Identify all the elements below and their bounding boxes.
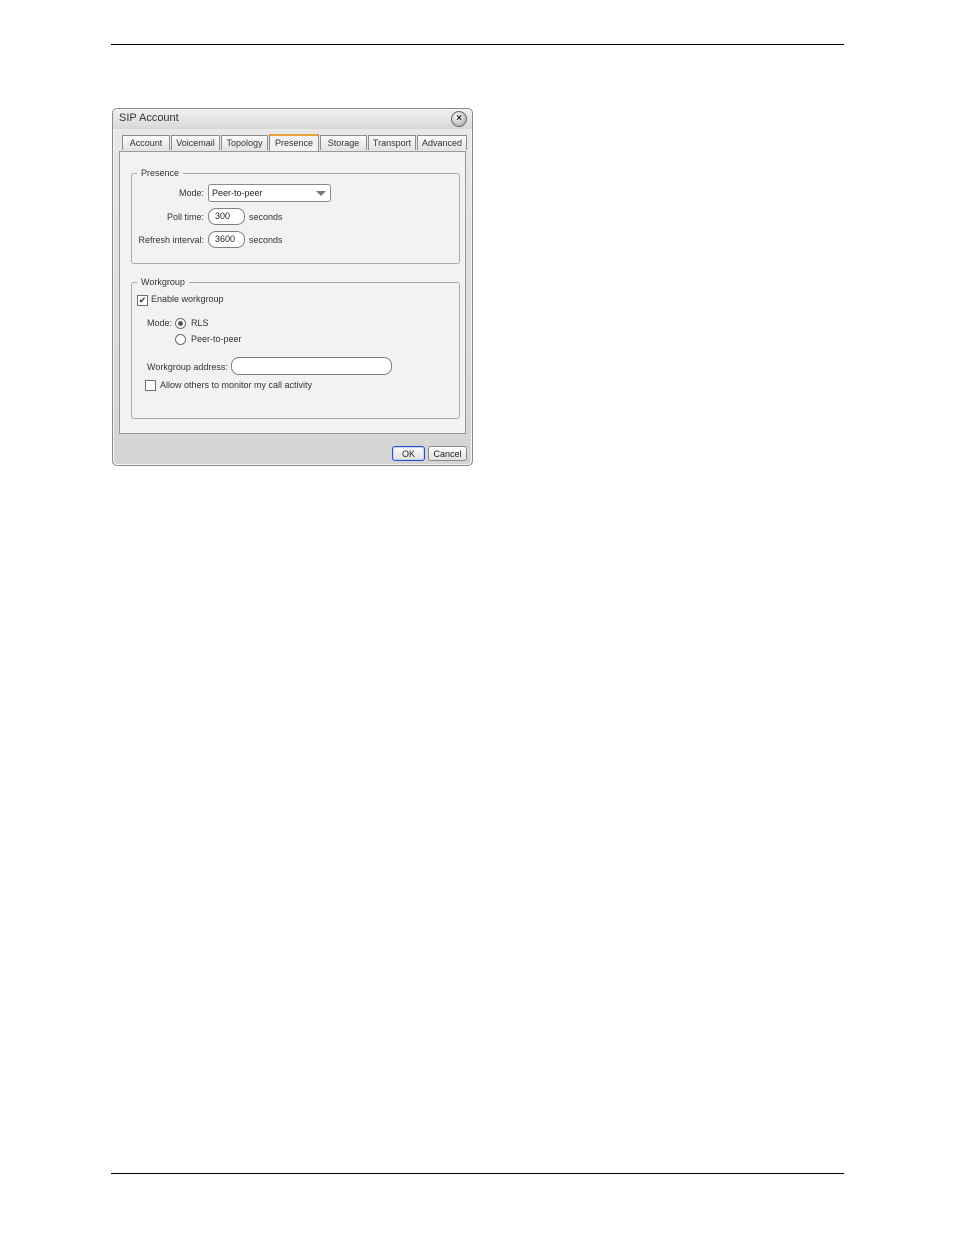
mode-p2p-radio[interactable] bbox=[175, 334, 186, 345]
presence-legend: Presence bbox=[141, 168, 180, 178]
tab-account[interactable]: Account bbox=[122, 135, 170, 150]
presence-mode-value: Peer-to-peer bbox=[212, 188, 263, 198]
workgroup-address-label: Workgroup address: bbox=[147, 362, 228, 372]
workgroup-legend: Workgroup bbox=[141, 277, 185, 287]
presence-tab-panel: Presence Mode: Peer-to-peer Poll time: 3… bbox=[119, 151, 466, 434]
mode-rls-radio[interactable] bbox=[175, 318, 186, 329]
refresh-interval-label: Refresh interval: bbox=[138, 235, 204, 245]
poll-time-field[interactable]: 300 bbox=[208, 208, 245, 225]
header-rule bbox=[111, 44, 844, 45]
allow-monitor-checkbox[interactable] bbox=[145, 380, 156, 391]
tab-transport[interactable]: Transport bbox=[368, 135, 416, 150]
checkmark-icon: ✔ bbox=[138, 295, 147, 305]
tab-advanced[interactable]: Advanced bbox=[417, 135, 467, 150]
tab-voicemail[interactable]: Voicemail bbox=[171, 135, 220, 150]
workgroup-mode-label: Mode: bbox=[147, 318, 173, 328]
tab-topology[interactable]: Topology bbox=[221, 135, 268, 150]
ok-button[interactable]: OK bbox=[392, 446, 425, 461]
poll-time-label: Poll time: bbox=[166, 212, 204, 222]
presence-mode-label: Mode: bbox=[178, 188, 204, 198]
footer-rule bbox=[111, 1173, 844, 1174]
workgroup-address-field[interactable] bbox=[231, 357, 392, 375]
tab-storage[interactable]: Storage bbox=[320, 135, 367, 150]
mode-p2p-label[interactable]: Peer-to-peer bbox=[191, 334, 242, 344]
poll-time-unit: seconds bbox=[249, 212, 283, 222]
enable-workgroup-checkbox[interactable]: ✔ bbox=[137, 295, 148, 306]
refresh-interval-unit: seconds bbox=[249, 235, 283, 245]
mode-rls-label[interactable]: RLS bbox=[191, 318, 209, 328]
window-title: SIP Account bbox=[119, 112, 179, 124]
title-bar[interactable]: SIP Account × bbox=[113, 109, 472, 129]
tab-presence[interactable]: Presence bbox=[269, 134, 319, 151]
allow-monitor-label[interactable]: Allow others to monitor my call activity bbox=[160, 380, 312, 390]
close-icon[interactable]: × bbox=[451, 111, 467, 127]
sip-account-dialog: SIP Account × Account Voicemail Topology… bbox=[112, 108, 473, 466]
chevron-down-icon bbox=[316, 191, 326, 196]
cancel-button[interactable]: Cancel bbox=[428, 446, 467, 461]
presence-mode-select[interactable]: Peer-to-peer bbox=[208, 184, 331, 202]
refresh-interval-field[interactable]: 3600 bbox=[208, 231, 245, 248]
enable-workgroup-label[interactable]: Enable workgroup bbox=[151, 294, 224, 304]
